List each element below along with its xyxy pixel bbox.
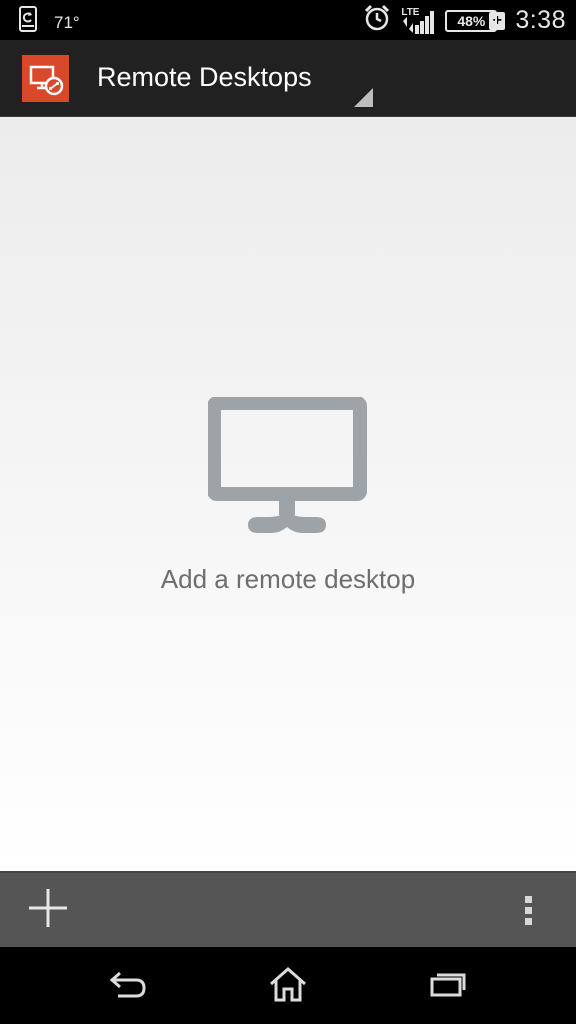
alarm-clock-icon <box>363 4 391 37</box>
plus-icon <box>28 888 68 933</box>
menu-dot <box>524 895 532 903</box>
phone-sync-icon <box>18 6 38 37</box>
recent-apps-icon <box>428 969 468 1004</box>
app-title[interactable]: Remote Desktops <box>97 62 312 93</box>
remote-desktop-logo-icon[interactable] <box>22 55 69 102</box>
main-content: Add a remote desktop <box>0 117 576 871</box>
dropdown-arrow-icon[interactable] <box>354 88 373 107</box>
battery-level: 48% <box>445 9 498 32</box>
clock-time: 3:38 <box>515 6 566 34</box>
home-button[interactable] <box>260 965 316 1007</box>
recent-apps-button[interactable] <box>420 965 476 1007</box>
empty-state-text: Add a remote desktop <box>160 564 416 594</box>
menu-dot <box>524 917 532 925</box>
overflow-menu-icon[interactable] <box>510 887 546 933</box>
home-icon <box>268 966 308 1007</box>
navigation-bar <box>0 947 576 1024</box>
battery-icon: 48% + <box>445 9 506 32</box>
status-bar: 71° LTE 48% + 3:38 <box>0 0 576 40</box>
back-icon <box>108 969 148 1004</box>
empty-state[interactable]: Add a remote desktop <box>0 396 576 595</box>
lte-signal-icon: LTE <box>401 7 435 35</box>
temperature-text: 71° <box>54 12 80 32</box>
menu-dot <box>524 906 532 914</box>
monitor-icon <box>207 396 368 543</box>
screen: 71° LTE 48% + 3:38 Remote Desktops Add a… <box>0 0 576 1024</box>
bottom-toolbar <box>0 871 576 947</box>
status-right: LTE 48% + 3:38 <box>363 4 566 37</box>
add-button[interactable] <box>20 887 76 933</box>
action-bar: Remote Desktops <box>0 40 576 117</box>
status-left: 71° <box>18 6 80 37</box>
back-button[interactable] <box>100 965 156 1007</box>
